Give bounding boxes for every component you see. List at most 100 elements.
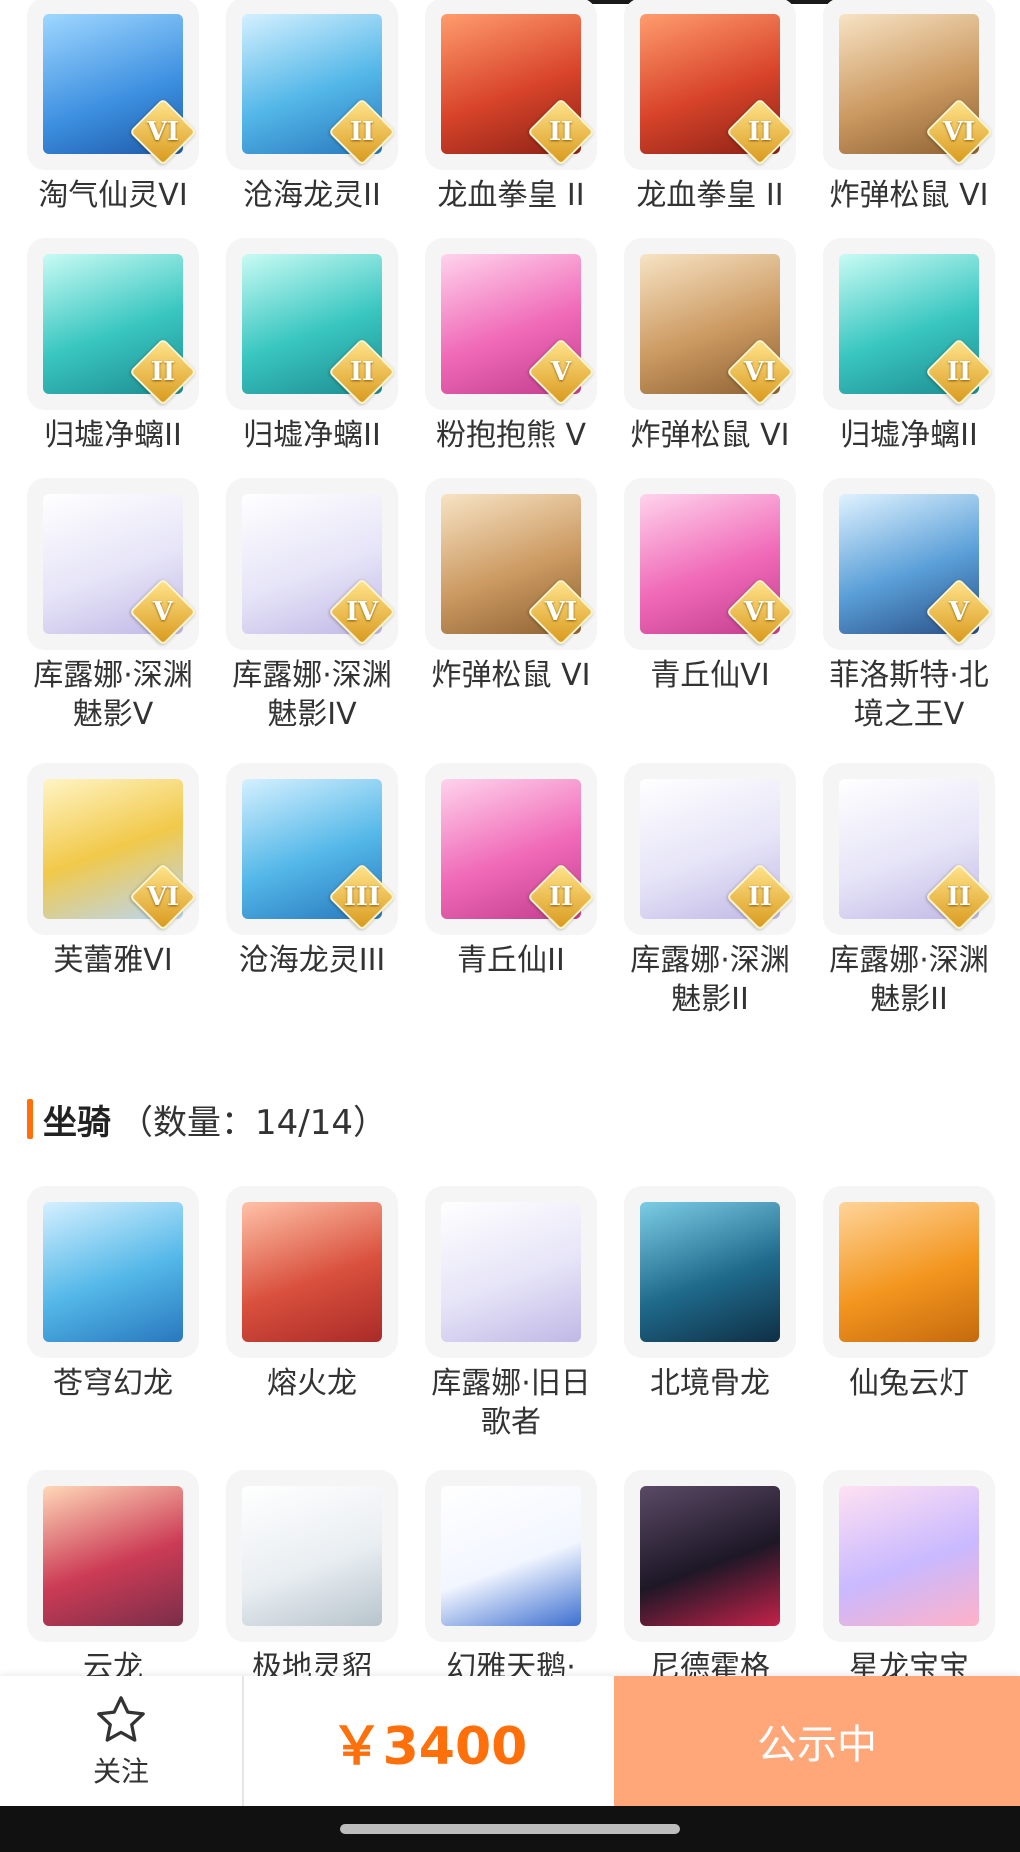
card-name: 库露娜·旧日歌者 bbox=[431, 1366, 591, 1440]
card-thumbnail: VI bbox=[27, 763, 199, 935]
card-thumbnail: II bbox=[823, 238, 995, 410]
mount-card[interactable]: 仙兔云灯 bbox=[823, 1186, 995, 1470]
card-thumbnail bbox=[624, 1186, 796, 1358]
card-name: 库露娜·深渊魅影II bbox=[829, 943, 989, 1017]
mount-card[interactable]: 星龙宝宝 bbox=[823, 1470, 995, 1710]
card-thumbnail: II bbox=[425, 763, 597, 935]
character-artwork bbox=[43, 1486, 183, 1626]
card-thumbnail: III bbox=[226, 763, 398, 935]
mount-card[interactable]: 库露娜·旧日歌者 bbox=[425, 1186, 597, 1470]
character-artwork bbox=[839, 1486, 979, 1626]
pets-grid: VI 淘气仙灵VI II 沧海龙灵II II 龙血拳皇 II II 龙血拳皇 II VI 炸弹松鼠… bbox=[27, 0, 999, 1043]
card-name: 炸弹松鼠 VI bbox=[829, 178, 989, 213]
pet-card[interactable]: VI 淘气仙灵VI bbox=[27, 0, 199, 238]
card-thumbnail bbox=[823, 1470, 995, 1642]
card-thumbnail: II bbox=[823, 763, 995, 935]
card-thumbnail: II bbox=[624, 763, 796, 935]
character-artwork bbox=[441, 1486, 581, 1626]
pet-card[interactable]: VI 炸弹松鼠 VI bbox=[624, 238, 796, 478]
mount-card[interactable]: 熔火龙 bbox=[226, 1186, 398, 1470]
pet-card[interactable]: V 库露娜·深渊魅影V bbox=[27, 478, 199, 763]
rank-label: II bbox=[747, 117, 773, 147]
card-name: 库露娜·深渊魅影II bbox=[630, 943, 790, 1017]
pet-card[interactable]: VI 芙蕾雅VI bbox=[27, 763, 199, 1043]
rank-label: VI bbox=[942, 117, 976, 147]
card-name: 炸弹松鼠 VI bbox=[630, 418, 790, 453]
character-artwork bbox=[839, 1202, 979, 1342]
rank-label: II bbox=[548, 882, 574, 912]
card-name: 青丘仙II bbox=[457, 943, 565, 978]
character-artwork bbox=[242, 1202, 382, 1342]
pet-card[interactable]: II 龙血拳皇 II bbox=[624, 0, 796, 238]
rank-label: VI bbox=[146, 117, 180, 147]
card-thumbnail bbox=[425, 1470, 597, 1642]
card-thumbnail: VI bbox=[624, 478, 796, 650]
card-thumbnail: V bbox=[823, 478, 995, 650]
card-name: 淘气仙灵VI bbox=[38, 178, 188, 213]
rank-label: II bbox=[150, 357, 176, 387]
pet-card[interactable]: V 菲洛斯特·北境之王V bbox=[823, 478, 995, 763]
card-thumbnail: II bbox=[226, 238, 398, 410]
rank-label: V bbox=[550, 357, 572, 387]
mount-card[interactable]: 云龙 bbox=[27, 1470, 199, 1710]
card-name: 粉抱抱熊 V bbox=[435, 418, 587, 453]
home-gesture-pill[interactable] bbox=[340, 1824, 680, 1834]
pet-card[interactable]: VI 青丘仙VI bbox=[624, 478, 796, 763]
follow-label: 关注 bbox=[92, 1755, 149, 1788]
pet-card[interactable]: II 归墟净螭II bbox=[823, 238, 995, 478]
card-name: 归墟净螭II bbox=[840, 418, 978, 453]
pet-card[interactable]: III 沧海龙灵III bbox=[226, 763, 398, 1043]
card-thumbnail: VI bbox=[425, 478, 597, 650]
mount-card[interactable]: 苍穹幻龙 bbox=[27, 1186, 199, 1470]
star-outline-icon bbox=[97, 1696, 145, 1742]
pet-card[interactable]: II 归墟净螭II bbox=[226, 238, 398, 478]
rank-label: III bbox=[343, 882, 381, 912]
card-thumbnail bbox=[27, 1186, 199, 1358]
rank-label: II bbox=[946, 882, 972, 912]
card-name: 库露娜·深渊魅影V bbox=[33, 658, 193, 732]
rank-label: VI bbox=[743, 357, 777, 387]
pet-card[interactable]: II 龙血拳皇 II bbox=[425, 0, 597, 238]
pet-card[interactable]: II 青丘仙II bbox=[425, 763, 597, 1043]
section-title: 坐骑 bbox=[43, 1102, 111, 1143]
follow-button[interactable]: 关注 bbox=[0, 1676, 244, 1806]
card-thumbnail: VI bbox=[823, 0, 995, 170]
card-name: 沧海龙灵III bbox=[238, 943, 386, 978]
card-thumbnail bbox=[27, 1470, 199, 1642]
section-count: （数量：14/14） bbox=[119, 1102, 387, 1143]
pet-card[interactable]: II 库露娜·深渊魅影II bbox=[823, 763, 995, 1043]
card-thumbnail: II bbox=[425, 0, 597, 170]
card-name: 归墟净螭II bbox=[44, 418, 182, 453]
rank-label: II bbox=[349, 117, 375, 147]
mount-card[interactable]: 北境骨龙 bbox=[624, 1186, 796, 1470]
card-thumbnail bbox=[425, 1186, 597, 1358]
pet-card[interactable]: VI 炸弹松鼠 VI bbox=[823, 0, 995, 238]
pet-card[interactable]: V 粉抱抱熊 V bbox=[425, 238, 597, 478]
section-header-mounts: 坐骑 （数量：14/14） bbox=[27, 1097, 387, 1143]
rank-label: II bbox=[548, 117, 574, 147]
card-name: 苍穹幻龙 bbox=[53, 1366, 173, 1401]
card-thumbnail: II bbox=[226, 0, 398, 170]
card-name: 炸弹松鼠 VI bbox=[431, 658, 591, 693]
rank-label: II bbox=[349, 357, 375, 387]
pet-card[interactable]: VI 炸弹松鼠 VI bbox=[425, 478, 597, 763]
card-thumbnail bbox=[624, 1470, 796, 1642]
mount-card[interactable]: 尼德霍格 bbox=[624, 1470, 796, 1710]
bottom-action-bar: 关注 ￥3400 公示中 bbox=[0, 1676, 1020, 1806]
pet-card[interactable]: II 沧海龙灵II bbox=[226, 0, 398, 238]
status-button[interactable]: 公示中 bbox=[614, 1676, 1020, 1806]
character-artwork bbox=[43, 1202, 183, 1342]
character-artwork bbox=[441, 1202, 581, 1342]
card-name: 沧海龙灵II bbox=[243, 178, 381, 213]
mount-card[interactable]: 幻雅天鹅· bbox=[425, 1470, 597, 1710]
pet-card[interactable]: II 库露娜·深渊魅影II bbox=[624, 763, 796, 1043]
rank-label: II bbox=[946, 357, 972, 387]
pet-card[interactable]: II 归墟净螭II bbox=[27, 238, 199, 478]
mount-card[interactable]: 极地灵貂 bbox=[226, 1470, 398, 1710]
pet-card[interactable]: IV 库露娜·深渊魅影IV bbox=[226, 478, 398, 763]
card-thumbnail bbox=[823, 1186, 995, 1358]
rank-label: VI bbox=[743, 597, 777, 627]
card-name: 芙蕾雅VI bbox=[53, 943, 173, 978]
mounts-grid: 苍穹幻龙 熔火龙 库露娜·旧日歌者 北境骨龙 仙兔云灯云龙 极地灵貂 幻雅天鹅· 尼德霍格 星龙… bbox=[27, 1186, 999, 1710]
card-thumbnail bbox=[226, 1186, 398, 1358]
